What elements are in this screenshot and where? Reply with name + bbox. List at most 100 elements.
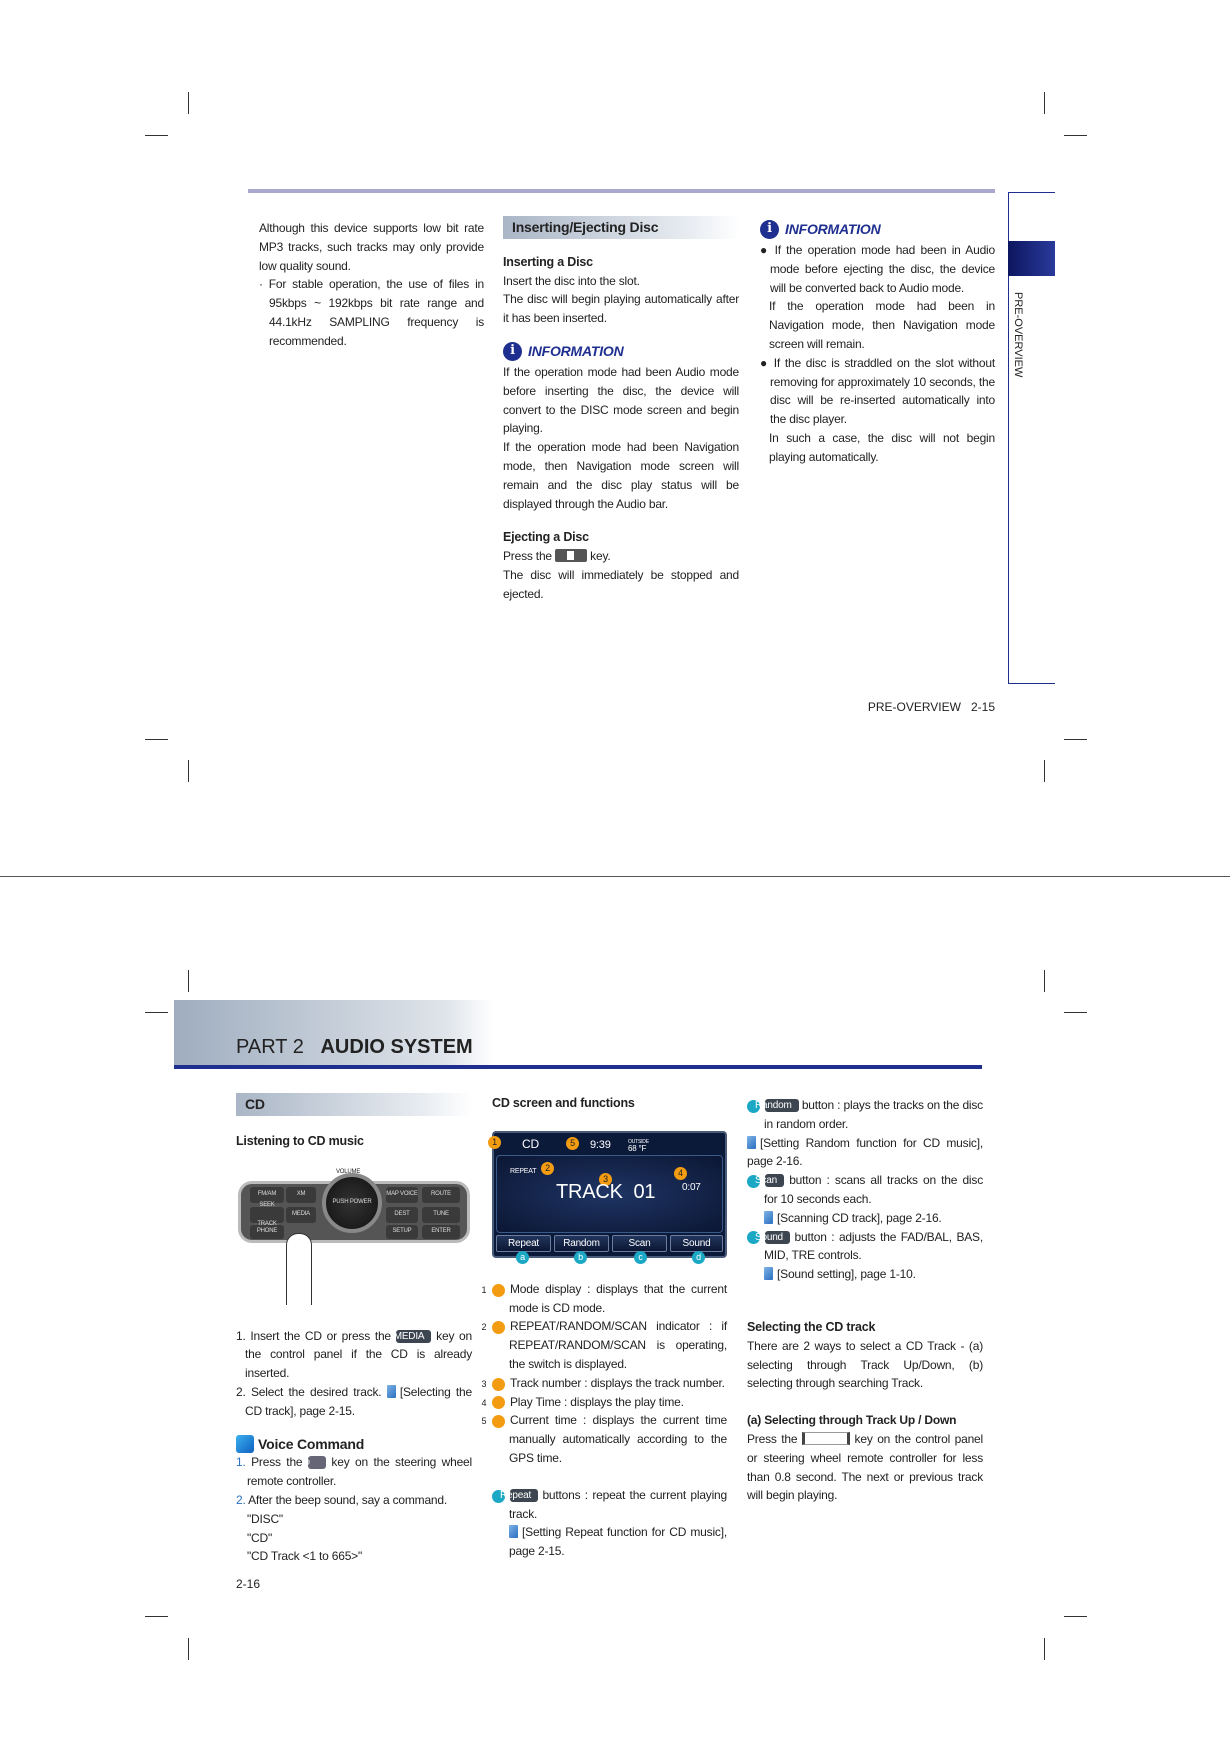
- bottom-left-column: CD Listening to CD music FM/AM XM SEEK T…: [236, 1093, 472, 1566]
- panel-route: ROUTE: [422, 1186, 460, 1203]
- control-panel-image: FM/AM XM SEEK TRACK MEDIA PHONE MAP VOIC…: [236, 1163, 472, 1313]
- voice-command-heading: Voice Command: [236, 1434, 472, 1454]
- bottom-mid-column: CD screen and functions 1 CD 5 9:39 OUTS…: [482, 1094, 728, 1561]
- panel-enter: ENTER: [422, 1224, 460, 1239]
- crop-mark: [188, 92, 189, 114]
- function-item: 4 Play Time : displays the play time.: [482, 1393, 727, 1412]
- number-badge: 1: [482, 1283, 505, 1297]
- reference-text: [Scanning CD track], page 2-16.: [777, 1210, 942, 1225]
- paragraph: Press the key on the control panel or st…: [747, 1430, 983, 1505]
- info-heading: i INFORMATION: [503, 341, 739, 361]
- subheading: Listening to CD music: [236, 1133, 364, 1148]
- step-2: 2. Select the desired track. [Selecting …: [236, 1383, 472, 1421]
- text: key.: [590, 549, 611, 564]
- number-badge: 4: [482, 1396, 505, 1410]
- number-badge: 3: [482, 1377, 505, 1391]
- paragraph: If the operation mode had been in Naviga…: [769, 299, 995, 351]
- voice-step-2: 2. After the beep sound, say a command.: [236, 1491, 472, 1510]
- paragraph: If the operation mode had been Navigatio…: [503, 440, 739, 511]
- text: Mode display : displays that the current…: [509, 1281, 727, 1315]
- part-label: PART 2: [236, 1036, 304, 1058]
- reference-icon: [764, 1267, 773, 1281]
- reference-icon: [747, 1135, 756, 1149]
- number-badge: 2: [482, 1321, 505, 1335]
- crop-mark: [188, 970, 189, 992]
- section-header: Inserting/Ejecting Disc: [503, 216, 739, 239]
- bullet-paragraph: ● If the disc is straddled on the slot w…: [760, 355, 995, 427]
- crop-mark: [1064, 739, 1087, 740]
- number-badge: 5: [482, 1415, 505, 1429]
- top-rule: [248, 189, 995, 193]
- panel-setup: SETUP: [386, 1224, 418, 1239]
- screen-mode: CD: [522, 1136, 539, 1151]
- panel-seek: SEEK TRACK: [250, 1202, 284, 1227]
- section-header: CD: [236, 1093, 472, 1116]
- subheading: CD screen and functions: [492, 1096, 635, 1110]
- top-right-column: i INFORMATION ● If the operation mode had…: [760, 216, 995, 467]
- function-item-d: d Sound button : adjusts the FAD/BAL, BAS…: [737, 1228, 984, 1266]
- repeat-key: Repeat: [500, 1488, 539, 1502]
- page-number: 2-16: [236, 1577, 261, 1591]
- function-item-c: c Scan button : scans all tracks on the d…: [737, 1171, 984, 1209]
- paragraph: Press the key.: [503, 547, 739, 566]
- text: Current time : displays the current time…: [509, 1413, 727, 1465]
- bullet-paragraph: ● If the operation mode had been in Audi…: [760, 243, 995, 295]
- screen-playtime: 0:07: [682, 1181, 701, 1193]
- text: 2. Select the desired track.: [236, 1384, 382, 1399]
- panel-media: MEDIA: [286, 1206, 316, 1223]
- reference-text: [Sound setting], page 1-10.: [777, 1267, 916, 1282]
- screen-time: 9:39: [590, 1138, 611, 1151]
- part-title: AUDIO SYSTEM: [320, 1036, 473, 1058]
- paragraph: The disc will immediately be stopped and…: [503, 567, 739, 601]
- text: Track number : displays the track number…: [510, 1375, 725, 1390]
- subheading: (a) Selecting through Track Up / Down: [747, 1413, 957, 1428]
- text: After the beep sound, say a command.: [248, 1492, 448, 1507]
- crop-mark: [1044, 760, 1045, 782]
- command: "CD": [247, 1530, 273, 1545]
- footer-section: PRE-OVERVIEW: [867, 700, 961, 714]
- step-1: 1. Insert the CD or press the MEDIA key …: [236, 1327, 472, 1383]
- paragraph: The disc will begin playing automaticall…: [503, 292, 739, 326]
- screen-repeat: REPEAT: [510, 1167, 537, 1175]
- top-mid-column: Inserting/Ejecting Disc Inserting a Disc…: [503, 216, 739, 604]
- step-number: 1.: [236, 1455, 246, 1470]
- panel-phone: PHONE: [250, 1224, 284, 1239]
- paragraph: In such a case, the disc will not begin …: [769, 430, 995, 464]
- text: Press the: [251, 1455, 303, 1470]
- panel-map: MAP VOICE: [386, 1186, 418, 1203]
- step-number: 2.: [236, 1492, 246, 1507]
- crop-mark: [1064, 1616, 1087, 1617]
- command: "CD Track <1 to 665>": [247, 1549, 363, 1564]
- page-divider: [0, 876, 1230, 877]
- info-heading: i INFORMATION: [760, 220, 995, 239]
- track-key-icon: [801, 1431, 850, 1445]
- reference: [Scanning CD track], page 2-16.: [747, 1209, 983, 1228]
- callout-c: c: [634, 1250, 647, 1264]
- page-footer: PRE-OVERVIEW 2-15: [868, 700, 995, 714]
- crop-mark: [145, 1012, 168, 1013]
- voice-title: Voice Command: [258, 1435, 365, 1452]
- media-key: MEDIA: [394, 1329, 432, 1343]
- text: Press the: [503, 549, 552, 564]
- function-item: 2 REPEAT/RANDOM/SCAN indicator : if REPEA…: [482, 1317, 728, 1373]
- voice-command-icon: [236, 1434, 254, 1453]
- reference-icon: [386, 1384, 396, 1398]
- callout-1: 1: [488, 1135, 501, 1149]
- panel-xm: XM: [286, 1186, 316, 1203]
- text: 1. Insert the CD or press the: [236, 1328, 391, 1343]
- function-item: 5 Current time : displays the current tim…: [482, 1411, 728, 1467]
- reference: [Setting Repeat function for CD music], …: [492, 1523, 727, 1561]
- panel-dest: DEST: [386, 1206, 418, 1223]
- voice-step-1: 1. Press the ♪ key on the steering wheel…: [236, 1453, 472, 1491]
- callout-a: a: [516, 1250, 529, 1264]
- crop-mark: [1044, 92, 1045, 114]
- callout-d: d: [692, 1250, 705, 1264]
- crop-mark: [1044, 1638, 1045, 1660]
- panel-power-knob: PUSH POWER: [322, 1172, 382, 1233]
- subheading: Selecting the CD track: [747, 1319, 876, 1334]
- info-title: INFORMATION: [785, 221, 881, 238]
- crop-mark: [188, 1638, 189, 1660]
- panel-tune: TUNE: [422, 1206, 460, 1223]
- sound-key: Sound: [755, 1230, 790, 1244]
- text: Play Time : displays the play time.: [510, 1394, 684, 1409]
